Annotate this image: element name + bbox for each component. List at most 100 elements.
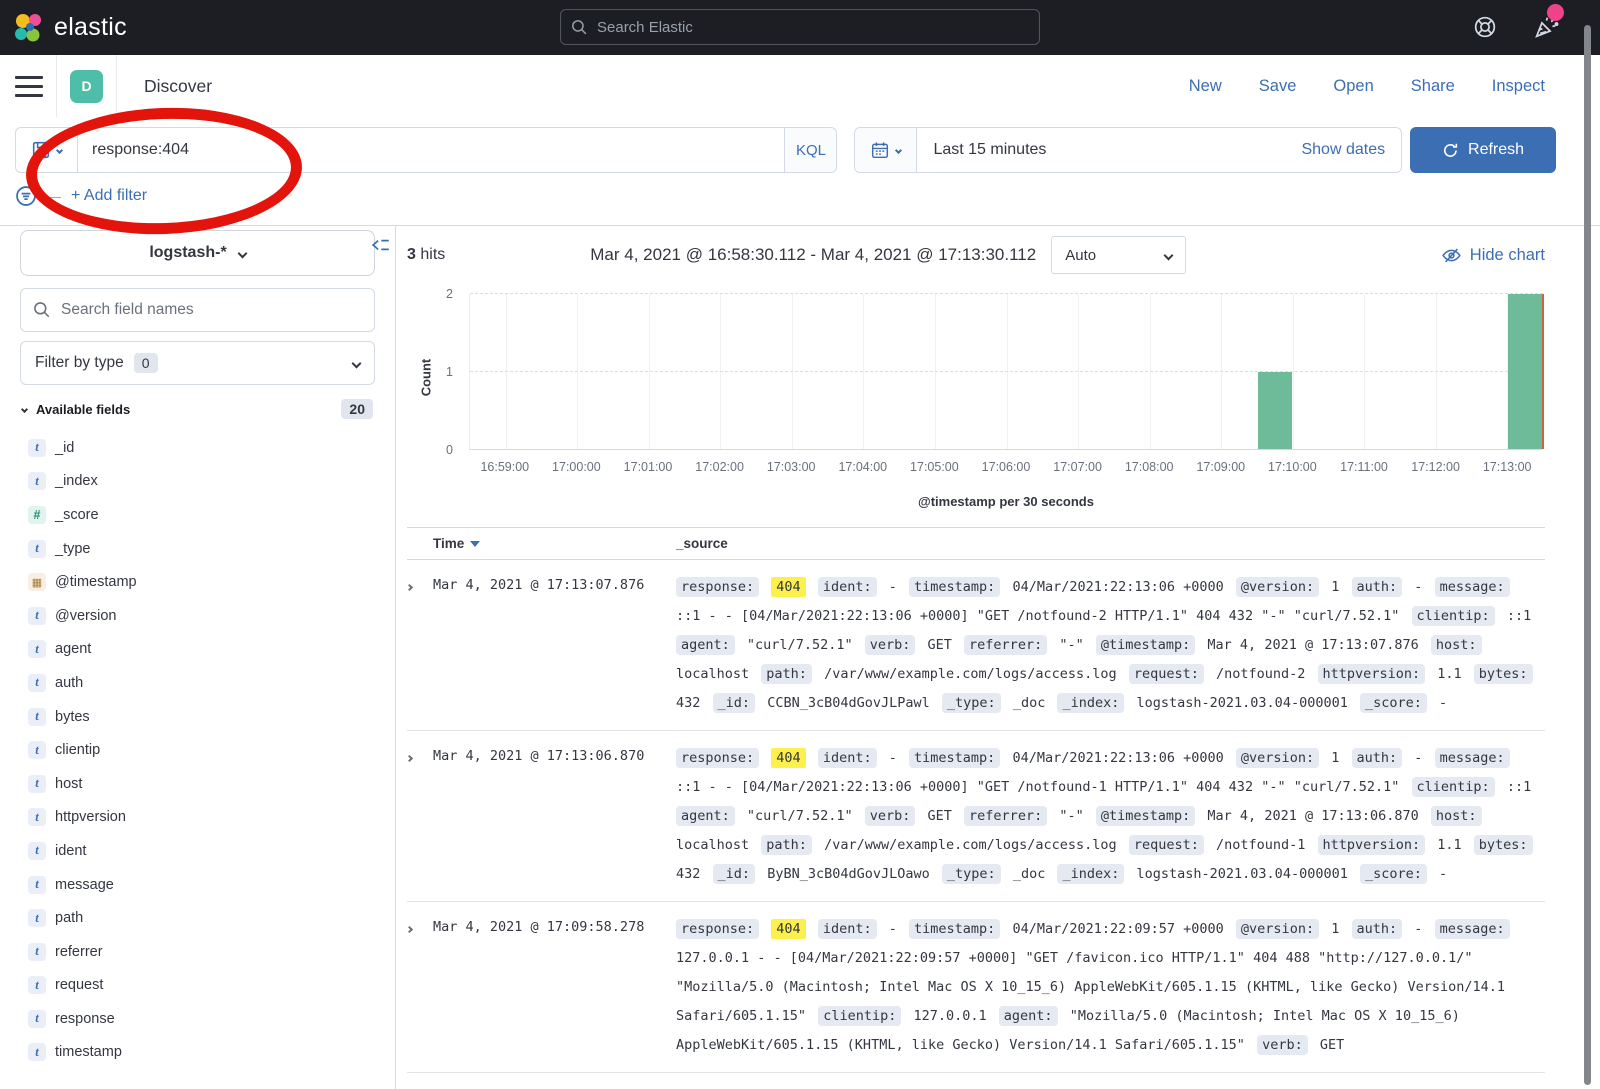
field-item--type[interactable]: t_type bbox=[20, 532, 375, 566]
global-search-input[interactable] bbox=[597, 19, 1029, 36]
chevron-down-icon bbox=[1164, 250, 1174, 260]
field-chip: clientip: bbox=[1412, 777, 1495, 797]
field-item-auth[interactable]: tauth bbox=[20, 666, 375, 700]
field-value: - bbox=[1414, 579, 1422, 595]
field-chip: clientip: bbox=[818, 1006, 901, 1026]
index-pattern-select[interactable]: logstash-* bbox=[20, 230, 375, 276]
field-item--score[interactable]: #_score bbox=[20, 498, 375, 532]
text-field-icon: t bbox=[28, 976, 46, 994]
filter-separator: — bbox=[47, 188, 61, 204]
field-value: 04/Mar/2021:22:13:06 +0000 bbox=[1012, 579, 1223, 595]
saved-query-menu-button[interactable] bbox=[16, 128, 78, 172]
query-language-button[interactable]: KQL bbox=[784, 128, 836, 172]
field-item-host[interactable]: thost bbox=[20, 767, 375, 801]
time-column-header[interactable]: Time bbox=[433, 536, 676, 551]
collapse-sidebar-icon[interactable] bbox=[370, 235, 390, 255]
hide-chart-button[interactable]: Hide chart bbox=[1442, 246, 1545, 265]
expand-row-icon[interactable] bbox=[407, 573, 433, 718]
field-value: /var/www/example.com/logs/access.log bbox=[824, 666, 1117, 682]
save-button[interactable]: Save bbox=[1259, 77, 1297, 96]
inspect-button[interactable]: Inspect bbox=[1492, 77, 1545, 96]
open-button[interactable]: Open bbox=[1333, 77, 1373, 96]
help-icon[interactable] bbox=[1472, 14, 1498, 40]
field-item-httpversion[interactable]: thttpversion bbox=[20, 801, 375, 835]
field-chip: @timestamp: bbox=[1096, 635, 1195, 655]
field-item--index[interactable]: t_index bbox=[20, 465, 375, 499]
x-tick-label: 17:13:00 bbox=[1483, 460, 1532, 474]
share-button[interactable]: Share bbox=[1411, 77, 1455, 96]
refresh-icon bbox=[1442, 142, 1459, 159]
field-name: httpversion bbox=[55, 809, 126, 825]
x-tick-label: 17:08:00 bbox=[1125, 460, 1174, 474]
app-nav: D Discover New Save Open Share Inspect bbox=[0, 55, 1600, 117]
field-item--timestamp[interactable]: ▦@timestamp bbox=[20, 565, 375, 599]
field-name: message bbox=[55, 877, 114, 893]
global-search[interactable] bbox=[560, 9, 1040, 45]
date-quick-select-button[interactable] bbox=[855, 128, 917, 172]
field-item-ident[interactable]: tident bbox=[20, 834, 375, 868]
menu-icon[interactable] bbox=[15, 76, 43, 97]
field-item-clientip[interactable]: tclientip bbox=[20, 733, 375, 767]
field-item-agent[interactable]: tagent bbox=[20, 633, 375, 667]
histogram-chart[interactable]: Count 012 16:59:0017:00:0017:01:0017:02:… bbox=[407, 284, 1545, 521]
show-dates-button[interactable]: Show dates bbox=[1301, 141, 1401, 159]
field-name: clientip bbox=[55, 742, 100, 758]
hits-count: 3 hits bbox=[407, 246, 445, 264]
field-item-path[interactable]: tpath bbox=[20, 901, 375, 935]
field-item-bytes[interactable]: tbytes bbox=[20, 700, 375, 734]
field-chip: timestamp: bbox=[909, 919, 1000, 939]
field-name: _score bbox=[55, 507, 99, 523]
histogram-bar[interactable] bbox=[1508, 294, 1542, 449]
doc-table-row: Mar 4, 2021 @ 17:13:07.876response: 404 … bbox=[407, 560, 1545, 731]
field-value: "-" bbox=[1059, 808, 1083, 824]
field-item-request[interactable]: trequest bbox=[20, 969, 375, 1003]
field-chip: _index: bbox=[1057, 864, 1124, 884]
discover-app-badge[interactable]: D bbox=[70, 70, 103, 103]
time-range-value[interactable]: Last 15 minutes bbox=[917, 141, 1301, 159]
filter-icon[interactable] bbox=[15, 185, 37, 207]
field-item-response[interactable]: tresponse bbox=[20, 1002, 375, 1036]
field-value: /var/www/example.com/logs/access.log bbox=[824, 837, 1117, 853]
field-item-message[interactable]: tmessage bbox=[20, 868, 375, 902]
x-gridline bbox=[1221, 294, 1222, 449]
field-value: GET bbox=[1320, 1037, 1344, 1053]
field-chip: @timestamp: bbox=[1096, 806, 1195, 826]
interval-select[interactable]: Auto bbox=[1051, 236, 1186, 274]
y-tick-label: 0 bbox=[446, 443, 453, 457]
query-input[interactable]: response:404 bbox=[78, 141, 784, 159]
field-value: 1 bbox=[1331, 579, 1339, 595]
field-value: logstash-2021.03.04-000001 bbox=[1137, 866, 1348, 882]
expand-row-icon[interactable] bbox=[407, 915, 433, 1060]
vertical-scrollbar[interactable] bbox=[1584, 25, 1591, 1085]
row-timestamp: Mar 4, 2021 @ 17:13:07.876 bbox=[433, 573, 676, 718]
field-item--version[interactable]: t@version bbox=[20, 599, 375, 633]
histogram-bar[interactable] bbox=[1258, 372, 1292, 450]
field-item--id[interactable]: t_id bbox=[20, 431, 375, 465]
new-button[interactable]: New bbox=[1189, 77, 1222, 96]
text-field-icon: t bbox=[28, 472, 46, 490]
available-fields-header[interactable]: Available fields 20 bbox=[20, 399, 375, 419]
field-chip: bytes: bbox=[1474, 664, 1533, 684]
add-filter-button[interactable]: + Add filter bbox=[71, 187, 147, 205]
refresh-button[interactable]: Refresh bbox=[1410, 127, 1556, 173]
calendar-icon bbox=[871, 141, 889, 159]
field-chip: @version: bbox=[1236, 748, 1319, 768]
text-field-icon: t bbox=[28, 540, 46, 558]
time-range-display: Mar 4, 2021 @ 16:58:30.112 - Mar 4, 2021… bbox=[590, 245, 1036, 265]
field-value: Mar 4, 2021 @ 17:13:06.870 bbox=[1207, 808, 1418, 824]
expand-row-icon[interactable] bbox=[407, 744, 433, 889]
field-search[interactable] bbox=[20, 288, 375, 332]
field-value: 04/Mar/2021:22:13:06 +0000 bbox=[1012, 750, 1223, 766]
field-item-referrer[interactable]: treferrer bbox=[20, 935, 375, 969]
field-item-timestamp[interactable]: ttimestamp bbox=[20, 1036, 375, 1070]
field-value: ByBN_3cB04dGovJLOawo bbox=[767, 866, 930, 882]
search-controls: response:404 KQL Last 15 minutes Show da… bbox=[0, 117, 1600, 226]
field-chip: response: bbox=[676, 577, 759, 597]
field-name: auth bbox=[55, 675, 83, 691]
field-chip: ident: bbox=[818, 919, 877, 939]
field-name: bytes bbox=[55, 709, 90, 725]
field-chip: auth: bbox=[1352, 748, 1403, 768]
filter-by-type-select[interactable]: Filter by type 0 bbox=[20, 341, 375, 385]
elastic-brand[interactable]: elastic bbox=[13, 12, 127, 44]
field-search-input[interactable] bbox=[61, 301, 362, 319]
